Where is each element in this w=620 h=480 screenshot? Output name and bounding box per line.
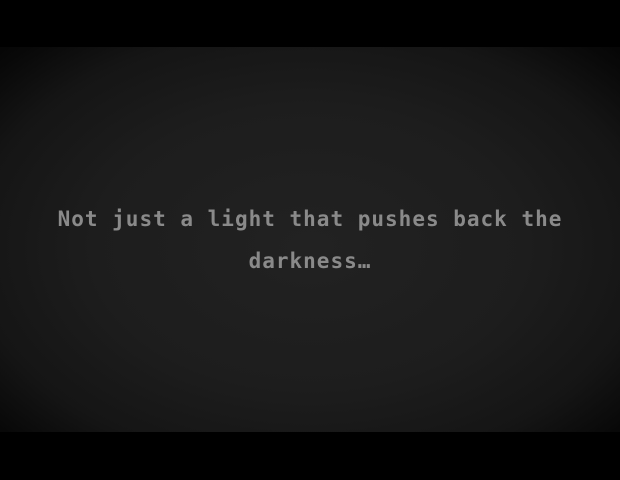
game-screen[interactable]: Not just a light that pushes back the da… xyxy=(0,0,620,480)
dialogue-text: Not just a light that pushes back the da… xyxy=(57,207,563,273)
